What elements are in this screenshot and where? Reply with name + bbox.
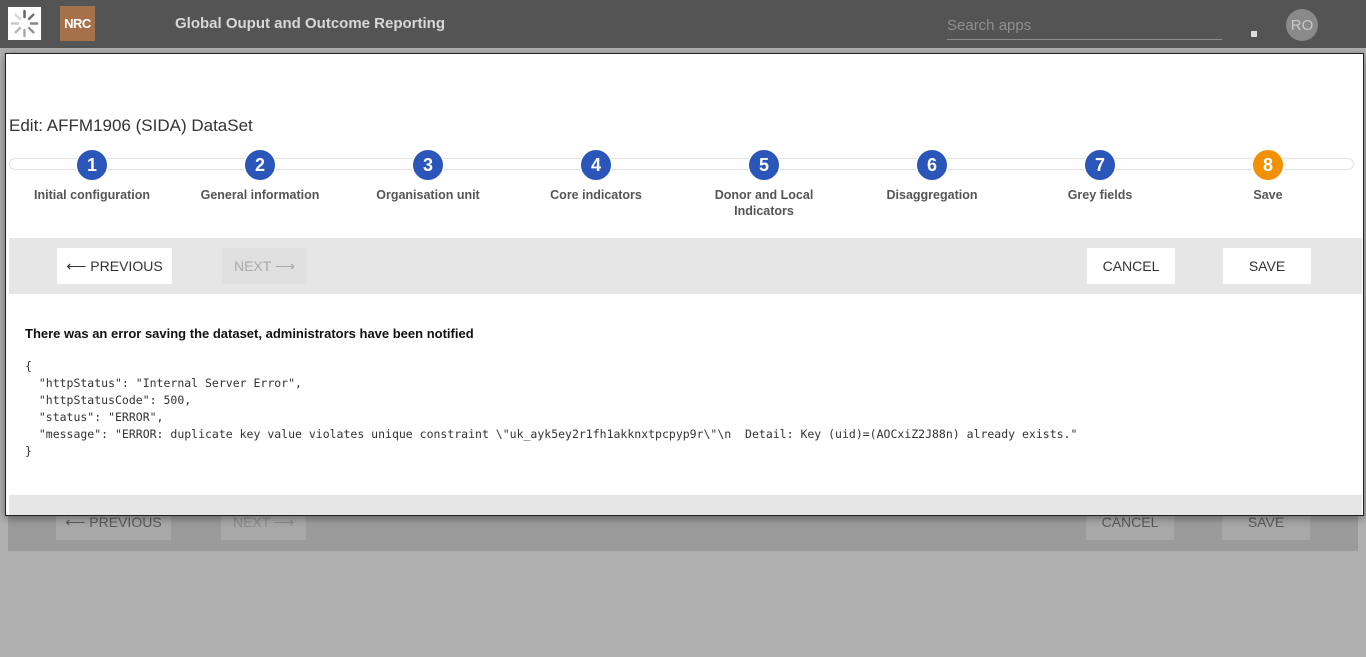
next-button[interactable]: NEXT ⟶ [222, 248, 307, 284]
step-label: General information [200, 188, 320, 202]
step-number: 5 [748, 149, 780, 181]
step-general-information[interactable]: 2 General information [176, 149, 344, 203]
step-core-indicators[interactable]: 4 Core indicators [512, 149, 680, 203]
step-label: Core indicators [550, 188, 642, 202]
step-label: Donor and Local Indicators [714, 188, 814, 218]
apps-menu-icon[interactable] [1251, 31, 1257, 37]
step-label: Disaggregation [886, 188, 978, 202]
dialog-title: Edit: AFFM1906 (SIDA) DataSet [9, 116, 253, 135]
previous-button[interactable]: ⟵ PREVIOUS [57, 248, 172, 284]
step-number: 2 [244, 149, 276, 181]
search-apps-input[interactable] [947, 12, 1222, 40]
app-title: Global Ouput and Outcome Reporting [175, 15, 445, 32]
error-json-details: { "httpStatus": "Internal Server Error",… [25, 359, 1078, 458]
step-disaggregation[interactable]: 6 Disaggregation [848, 149, 1016, 203]
step-initial-configuration[interactable]: 1 Initial configuration [8, 149, 176, 203]
step-number: 6 [916, 149, 948, 181]
save-button[interactable]: SAVE [1223, 248, 1311, 284]
step-number: 7 [1084, 149, 1116, 181]
loading-spinner-icon [8, 7, 41, 40]
step-number-active: 8 [1252, 149, 1284, 181]
step-number: 3 [412, 149, 444, 181]
step-label: Initial configuration [34, 188, 150, 202]
app-header: NRC Global Ouput and Outcome Reporting R… [0, 0, 1366, 48]
step-label: Grey fields [1067, 188, 1133, 202]
user-avatar[interactable]: RO [1286, 9, 1318, 41]
error-message-title: There was an error saving the dataset, a… [25, 326, 474, 341]
step-organisation-unit[interactable]: 3 Organisation unit [344, 149, 512, 203]
bottom-toolbar-strip [9, 495, 1362, 515]
nrc-logo[interactable]: NRC [60, 6, 95, 41]
step-label: Save [1253, 188, 1283, 202]
edit-dataset-dialog: Edit: AFFM1906 (SIDA) DataSet 1 Initial … [5, 53, 1364, 516]
step-label: Organisation unit [376, 188, 480, 202]
cancel-button[interactable]: CANCEL [1087, 248, 1175, 284]
dialog-toolbar: ⟵ PREVIOUS NEXT ⟶ CANCEL SAVE [9, 238, 1362, 294]
step-save[interactable]: 8 Save [1184, 149, 1352, 203]
step-donor-and-local-indicators[interactable]: 5 Donor and Local Indicators [680, 149, 848, 219]
step-number: 1 [76, 149, 108, 181]
step-grey-fields[interactable]: 7 Grey fields [1016, 149, 1184, 203]
step-number: 4 [580, 149, 612, 181]
